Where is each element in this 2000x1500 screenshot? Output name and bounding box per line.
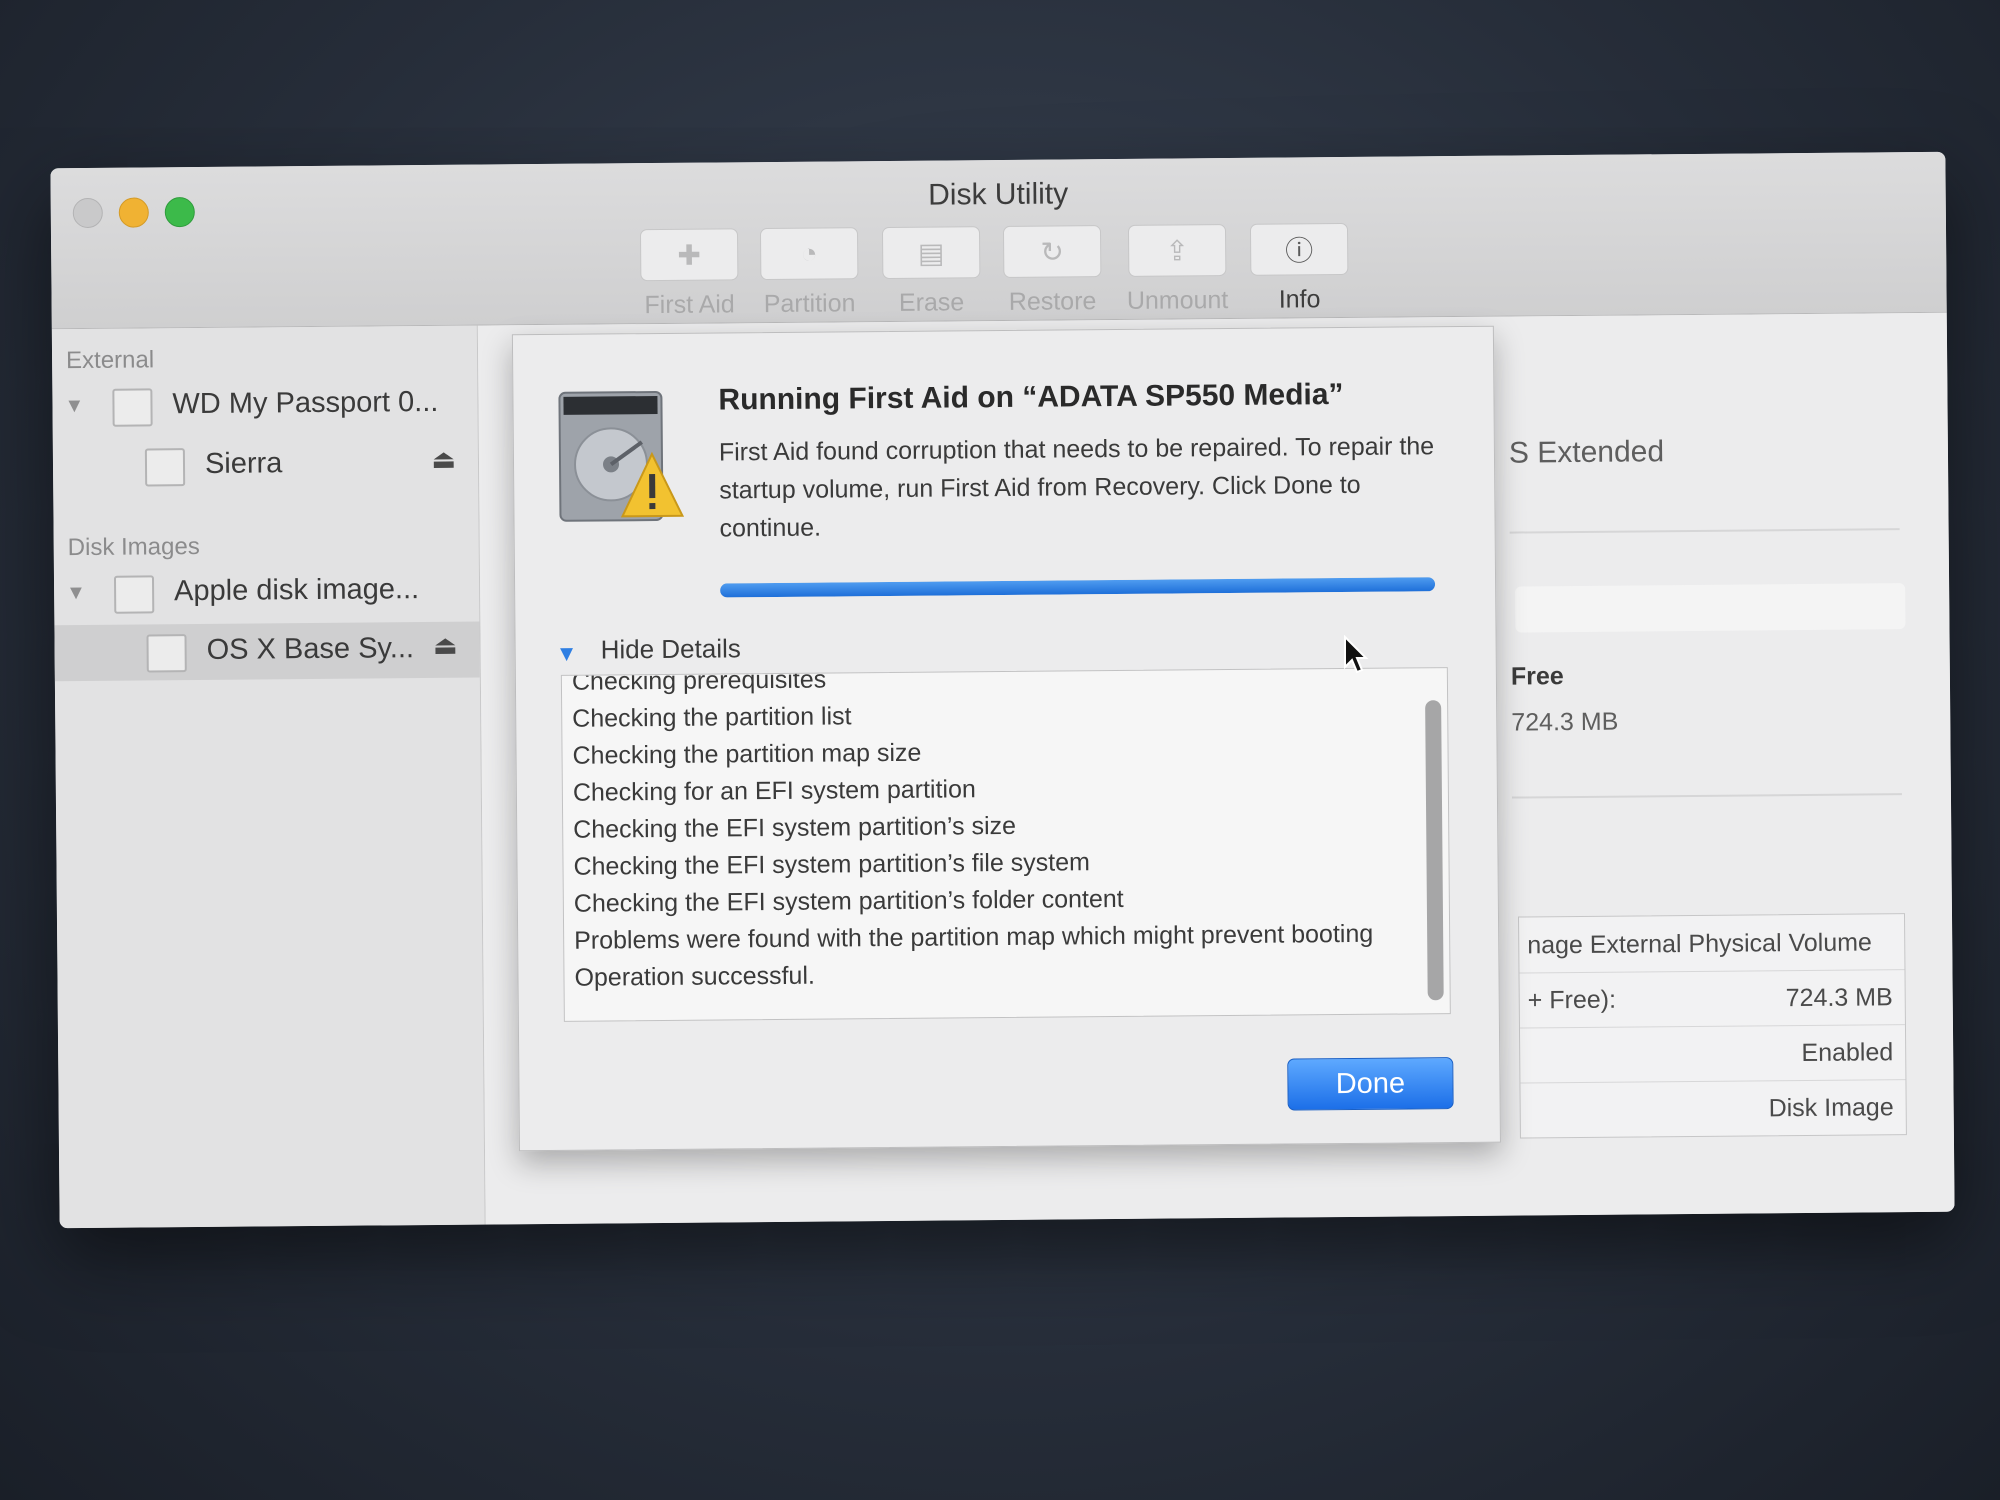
table-row: nage External Physical Volume: [1519, 914, 1905, 974]
disclosure-triangle-icon[interactable]: ▼: [64, 395, 84, 418]
volume-format-text: S Extended: [1508, 435, 1665, 470]
free-space-value: 724.3 MB: [1511, 707, 1619, 737]
disclosure-triangle-icon[interactable]: ▼: [66, 582, 86, 605]
unmount-icon: ⇪: [1127, 224, 1227, 277]
disk-image-icon: [113, 575, 155, 614]
restore-button[interactable]: ↻ Restore: [994, 225, 1111, 317]
partition-label: Partition: [763, 289, 856, 319]
done-button[interactable]: Done: [1287, 1057, 1454, 1111]
first-aid-label: First Aid: [644, 290, 735, 320]
log-line: Problems were found with the partition m…: [574, 919, 1374, 955]
sidebar: External ▼ WD My Passport 0... Sierra ⏏ …: [51, 325, 486, 1229]
sidebar-item-label: WD My Passport 0...: [172, 385, 439, 421]
first-aid-icon: ✚: [639, 228, 739, 282]
volume-icon: [144, 448, 186, 487]
details-log-text: Checking prerequisites Checking the part…: [572, 667, 1385, 997]
erase-label: Erase: [898, 288, 965, 317]
eject-icon[interactable]: ⏏: [431, 444, 456, 475]
progress-bar: [720, 577, 1436, 598]
table-row: Disk Image: [1520, 1079, 1905, 1137]
divider: [1509, 528, 1900, 534]
unmount-button[interactable]: ⇪ Unmount: [1119, 224, 1236, 316]
sheet-title: Running First Aid on “ADATA SP550 Media”: [718, 378, 1344, 417]
sidebar-item-wd-my-passport[interactable]: ▼ WD My Passport 0...: [52, 376, 477, 436]
partition-icon: ◔: [759, 227, 859, 281]
info-label: Info: [1278, 285, 1321, 314]
first-aid-button[interactable]: ✚ First Aid: [631, 228, 748, 320]
sidebar-header-disk-images: Disk Images: [67, 533, 200, 562]
restore-label: Restore: [1008, 287, 1097, 316]
sidebar-item-label: OS X Base Sy...: [206, 632, 415, 666]
sidebar-item-label: Sierra: [204, 447, 283, 480]
volume-icon: [146, 634, 187, 673]
erase-button[interactable]: ▤ Erase: [873, 226, 990, 318]
info-table: nage External Physical Volume + Free): 7…: [1517, 913, 1907, 1139]
window-title: Disk Utility: [928, 177, 1069, 212]
erase-icon: ▤: [881, 226, 981, 280]
sidebar-item-os-x-base-system[interactable]: OS X Base Sy... ⏏: [54, 621, 480, 682]
details-log[interactable]: Checking prerequisites Checking the part…: [560, 667, 1451, 1022]
sidebar-item-sierra[interactable]: Sierra ⏏: [53, 436, 478, 496]
title-bar: Disk Utility ✚ First Aid ◔ Partition ▤ E…: [50, 151, 1947, 330]
table-row: Enabled: [1519, 1024, 1906, 1084]
unmount-label: Unmount: [1126, 286, 1229, 315]
sheet-message: First Aid found corruption that needs to…: [718, 432, 1435, 543]
divider: [1511, 793, 1902, 799]
external-disk-icon: [112, 388, 153, 427]
free-space-label: Free: [1510, 662, 1564, 691]
table-row: + Free): 724.3 MB: [1519, 969, 1905, 1029]
sidebar-item-apple-disk-image[interactable]: ▼ Apple disk image...: [54, 563, 479, 623]
sidebar-item-label: Apple disk image...: [173, 573, 420, 608]
usage-bar: [1515, 583, 1906, 633]
table-cell: + Free):: [1527, 985, 1617, 1015]
table-cell: 724.3 MB: [1785, 983, 1893, 1013]
sidebar-header-external: External: [65, 346, 155, 375]
table-cell: nage External Physical Volume: [1527, 928, 1873, 960]
hard-disk-warning-icon: [558, 391, 685, 522]
table-cell: Disk Image: [1768, 1093, 1894, 1123]
log-line: Operation successful.: [574, 961, 816, 992]
disclosure-triangle-icon[interactable]: ▼: [556, 641, 578, 667]
progress-bar-fill: [720, 577, 1436, 598]
mouse-pointer-icon: [1344, 635, 1369, 674]
info-icon: ⓘ: [1249, 222, 1349, 276]
eject-icon[interactable]: ⏏: [433, 630, 458, 661]
hide-details-label: Hide Details: [600, 633, 741, 665]
first-aid-sheet: Running First Aid on “ADATA SP550 Media”…: [511, 325, 1501, 1152]
table-cell: Enabled: [1801, 1038, 1894, 1068]
details-scrollbar[interactable]: [1425, 700, 1444, 1001]
partition-button[interactable]: ◔ Partition: [751, 227, 868, 319]
restore-icon: ↻: [1002, 225, 1102, 278]
disk-utility-window: Disk Utility ✚ First Aid ◔ Partition ▤ E…: [50, 151, 1955, 1229]
info-button[interactable]: ⓘ Info: [1241, 222, 1358, 315]
